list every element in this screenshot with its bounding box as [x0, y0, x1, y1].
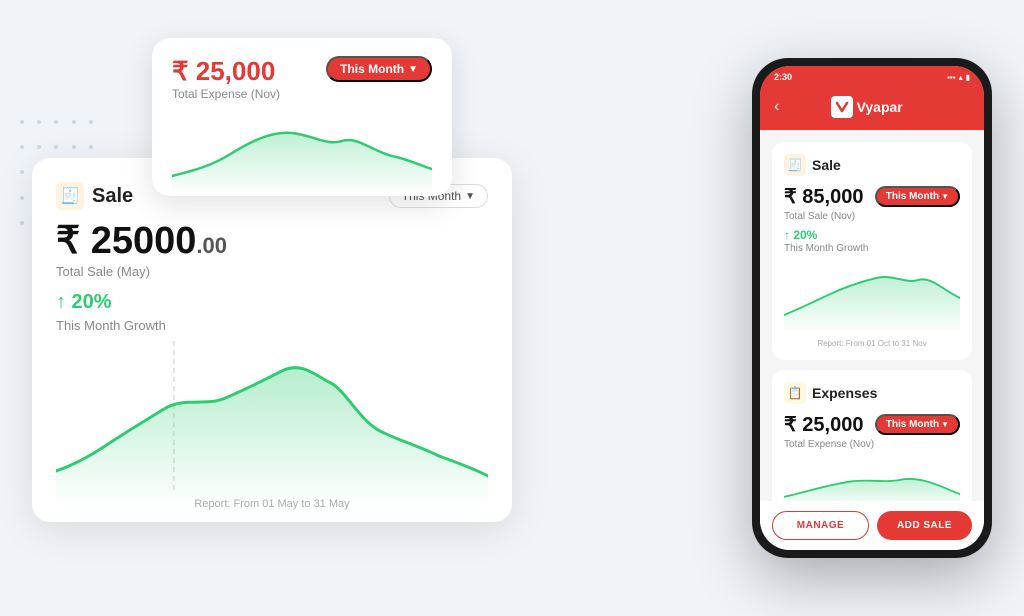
phone-screen: 2:30 ▪▪▪ ▴ ▮ ‹ Vyapar [760, 66, 984, 550]
phone-bottom-buttons: MANAGE ADD SALE [760, 501, 984, 550]
phone-sale-amount: ₹ 85,000 [784, 184, 863, 209]
phone-sale-this-month-button[interactable]: This Month ▼ [875, 186, 960, 207]
phone-mockup: 2:30 ▪▪▪ ▴ ▮ ‹ Vyapar [752, 58, 992, 558]
chevron-down-icon: ▼ [941, 420, 949, 429]
sale-report-label: Report: From 01 May to 31 May [56, 498, 488, 522]
chevron-down-icon: ▼ [465, 191, 475, 202]
phone-sale-section: 🧾 Sale ₹ 85,000 This Month ▼ Total Sale … [772, 142, 972, 360]
phone-expense-amount: ₹ 25,000 [784, 412, 863, 437]
phone-sale-growth: ↑ 20% [784, 228, 960, 242]
phone-sale-report: Report: From 01 Oct to 31 Nov [784, 339, 960, 348]
phone-back-button[interactable]: ‹ [774, 98, 779, 116]
phone-sale-title: Sale [812, 157, 841, 173]
manage-button[interactable]: MANAGE [772, 511, 869, 540]
wifi-icon: ▴ [959, 73, 963, 82]
expense-this-month-button[interactable]: This Month ▼ [326, 56, 432, 82]
phone-sale-label: Total Sale (Nov) [784, 211, 960, 222]
expense-mini-chart [172, 111, 432, 191]
sale-main-chart [56, 341, 488, 501]
expense-card: ₹ 25,000 Total Expense (Nov) This Month … [152, 38, 452, 196]
battery-icon: ▮ [966, 73, 970, 82]
phone-status-icons: ▪▪▪ ▴ ▮ [947, 73, 970, 82]
chevron-down-icon: ▼ [408, 64, 418, 75]
vyapar-logo: Vyapar [831, 96, 903, 118]
chevron-down-icon: ▼ [941, 192, 949, 201]
expense-amount: ₹ 25,000 [172, 56, 280, 87]
phone-sale-icon: 🧾 [784, 154, 806, 176]
phone-expense-label: Total Expense (Nov) [784, 439, 960, 450]
phone-status-bar: 2:30 ▪▪▪ ▴ ▮ [760, 66, 984, 88]
phone-sale-chart [784, 260, 960, 330]
sale-card-title: Sale [92, 185, 133, 208]
sale-growth-pct: ↑ 20% [56, 291, 112, 314]
phone-content: 🧾 Sale ₹ 85,000 This Month ▼ Total Sale … [760, 130, 984, 501]
signal-icon: ▪▪▪ [947, 73, 956, 82]
phone-time: 2:30 [774, 72, 792, 82]
vyapar-v-icon [831, 96, 853, 118]
phone-expense-this-month-button[interactable]: This Month ▼ [875, 414, 960, 435]
phone-sale-growth-label: This Month Growth [784, 243, 960, 254]
sale-growth-label: This Month Growth [56, 318, 488, 333]
sale-card: 🧾 Sale This Month ▼ ₹ 25000.00 Total Sal… [32, 158, 512, 522]
left-area: ₹ 25,000 Total Expense (Nov) This Month … [32, 28, 632, 588]
phone-expense-section: 📋 Expenses ₹ 25,000 This Month ▼ Total E… [772, 370, 972, 501]
add-sale-button[interactable]: ADD SALE [877, 511, 972, 540]
expense-label: Total Expense (Nov) [172, 87, 280, 101]
sale-amount: ₹ 25000.00 [56, 222, 488, 260]
phone-expense-icon: 📋 [784, 382, 806, 404]
sale-total-label: Total Sale (May) [56, 264, 488, 279]
sale-icon: 🧾 [56, 182, 84, 210]
main-container: ₹ 25,000 Total Expense (Nov) This Month … [32, 18, 992, 598]
phone-expense-chart [784, 456, 960, 501]
phone-app-header: ‹ Vyapar [760, 88, 984, 130]
phone-expense-title: Expenses [812, 385, 877, 401]
